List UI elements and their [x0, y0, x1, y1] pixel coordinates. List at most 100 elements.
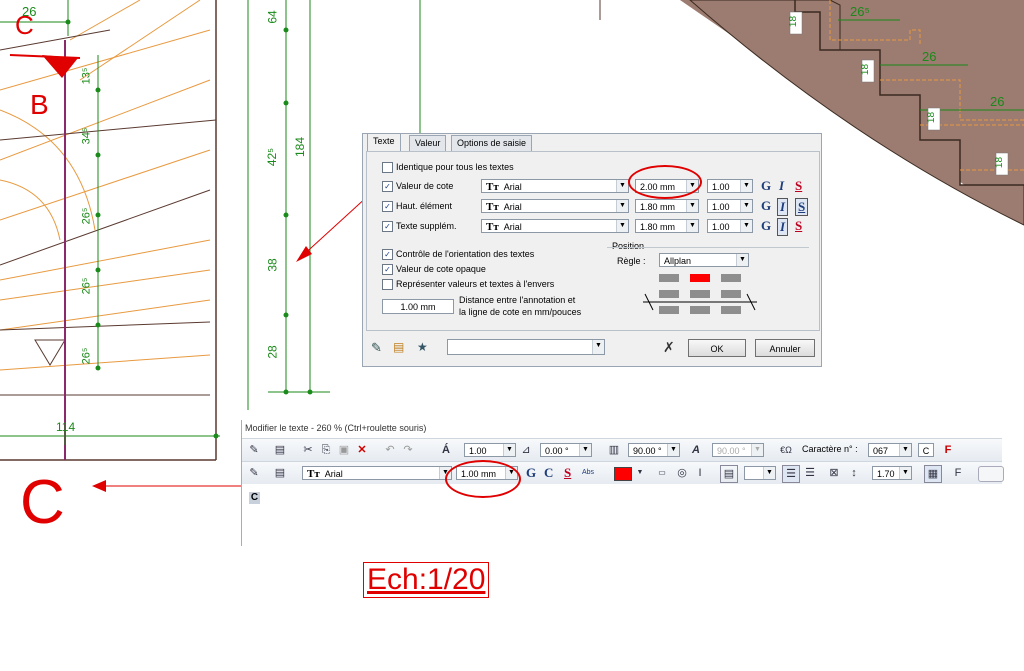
dim-label: 184 [293, 136, 308, 158]
align-right-icon[interactable]: ☰ [802, 465, 818, 481]
char-number-select[interactable]: 067 ▼ [868, 443, 912, 457]
font-value: Arial [503, 222, 522, 232]
underline-button[interactable]: S [795, 218, 802, 234]
chevron-down-icon: ▼ [899, 467, 911, 479]
chevron-down-icon: ▼ [616, 220, 628, 232]
identical-label: Identique pour tous les textes [396, 162, 514, 172]
bold-button[interactable]: G [761, 198, 771, 214]
option-checkbox[interactable]: ✓ [382, 264, 393, 275]
section-label-c-big: C [20, 468, 65, 537]
italic-button[interactable]: I [779, 178, 784, 194]
text-cursor-icon[interactable]: I [692, 465, 708, 481]
undo-icon[interactable]: ↶ [382, 442, 398, 458]
row-checkbox[interactable]: ✓ [382, 181, 393, 192]
italic-angle-select: 90.00 ° ▼ [712, 443, 764, 457]
ratio-select[interactable]: 1.00 ▼ [707, 219, 753, 233]
distance-label: Distance entre l'annotation et [459, 295, 576, 305]
box-text-icon[interactable]: ▭ [654, 465, 670, 481]
distance-input[interactable]: 1.00 mm [382, 299, 454, 314]
text-height-value: 1.00 [469, 446, 487, 456]
font-select[interactable]: Tт Arial ▼ [481, 219, 629, 233]
bold-button[interactable]: G [761, 178, 771, 194]
favorites-select[interactable]: ▼ [447, 339, 605, 355]
open-folder-icon[interactable]: ▤ [393, 340, 404, 354]
text-frame-toggle-icon[interactable]: ▦ [924, 465, 942, 483]
eyedropper-icon[interactable]: ✎ [246, 442, 262, 458]
eyedropper-icon[interactable]: ✎ [246, 465, 262, 481]
chevron-down-icon[interactable]: ▼ [632, 465, 648, 481]
redo-icon[interactable]: ↷ [400, 442, 416, 458]
open-folder-icon[interactable]: ▤ [272, 465, 288, 481]
option-checkbox[interactable]: ✓ [382, 249, 393, 260]
identical-checkbox[interactable] [382, 162, 393, 173]
ok-button[interactable]: OK [688, 339, 746, 357]
opaque-icon[interactable]: ⊠ [826, 465, 842, 481]
chevron-down-icon: ▼ [592, 340, 604, 354]
save-favorite-icon[interactable]: ★ [417, 340, 428, 354]
cancel-button[interactable]: Annuler [755, 339, 815, 357]
italic-angle-value: 90.00 ° [717, 446, 746, 456]
strike-button[interactable]: Abs [582, 469, 594, 476]
line-spacing-icon[interactable]: ↕ [846, 465, 862, 481]
paste-icon[interactable]: ▣ [336, 442, 352, 458]
tab-options-de-saisie[interactable]: Options de saisie [451, 135, 533, 151]
truetype-font-icon: Tт [486, 181, 499, 193]
chevron-down-icon: ▼ [740, 180, 752, 192]
position-grid[interactable] [635, 272, 765, 320]
size-value: 1.80 mm [640, 222, 676, 232]
chevron-down-icon: ▼ [579, 444, 591, 456]
row-checkbox[interactable]: ✓ [382, 221, 393, 232]
copy-icon[interactable]: ⎘ [318, 442, 334, 458]
delete-icon[interactable]: ✕ [354, 442, 370, 458]
font-select[interactable]: Tт Arial ▼ [302, 466, 452, 480]
tab-texte[interactable]: Texte [367, 133, 401, 151]
dim-label: 26 [22, 4, 37, 19]
bold-button[interactable]: G [526, 465, 536, 481]
text-frame-icon[interactable]: ▤ [720, 465, 738, 483]
truetype-font-icon: Tт [307, 468, 320, 480]
frame-select[interactable]: ▼ [744, 466, 776, 480]
font-select[interactable]: Tт Arial ▼ [481, 179, 629, 193]
regle-select[interactable]: Allplan ▼ [659, 253, 749, 267]
option-checkbox[interactable] [382, 279, 393, 290]
overflow-button[interactable] [978, 466, 1004, 482]
tools-icon[interactable]: ✗ [663, 339, 675, 356]
text-height-select[interactable]: 1.00 ▼ [464, 443, 516, 457]
dim-label: 26⁵ [80, 277, 93, 295]
tab-valeur[interactable]: Valeur [409, 135, 447, 151]
slant-angle-select[interactable]: 90.00 ° ▼ [628, 443, 680, 457]
ratio-value: 1.00 [712, 202, 730, 212]
italic-button[interactable]: I [777, 198, 789, 216]
underline-button[interactable]: S [795, 198, 809, 216]
circle-text-icon[interactable]: ◎ [674, 465, 690, 481]
text-edit-area[interactable] [242, 484, 1002, 546]
underline-button[interactable]: S [564, 465, 571, 481]
underline-button[interactable]: S [795, 178, 802, 194]
open-folder-icon[interactable]: ▤ [272, 442, 288, 458]
insert-font-icon[interactable]: F [940, 442, 956, 458]
eyedropper-icon[interactable]: ✎ [371, 340, 382, 356]
text-editor-window: Modifier le texte - 260 % (Ctrl+roulette… [241, 420, 1004, 546]
ratio-select[interactable]: 1.00 ▼ [707, 199, 753, 213]
capitals-button[interactable]: C [544, 465, 553, 481]
dim-label: 38 [265, 258, 280, 272]
row-label: Haut. élément [396, 201, 453, 211]
text-angle-select[interactable]: 0.00 ° ▼ [540, 443, 592, 457]
align-left-icon[interactable]: ☰ [782, 465, 800, 483]
editor-toolbar-bottom: ✎ ▤ Tт Arial ▼ 1.00 mm ▼ G C S Abs ▼ ▭ ◎ I … [242, 461, 1004, 484]
font-select[interactable]: Tт Arial ▼ [481, 199, 629, 213]
color-swatch[interactable] [614, 467, 632, 481]
dim-label: 26⁵ [80, 207, 93, 225]
row-checkbox[interactable]: ✓ [382, 201, 393, 212]
bold-button[interactable]: G [761, 218, 771, 234]
edited-text[interactable]: C [249, 492, 260, 504]
cut-icon[interactable]: ✂ [300, 442, 316, 458]
special-char-icon: €Ω [780, 445, 792, 455]
editor-title: Modifier le texte - 260 % (Ctrl+roulette… [245, 423, 427, 433]
font-edit-icon[interactable]: F [950, 465, 966, 481]
line-spacing-select[interactable]: 1.70 ▼ [872, 466, 912, 480]
ratio-select[interactable]: 1.00 ▼ [707, 179, 753, 193]
text-size-select[interactable]: 1.80 mm ▼ [635, 219, 699, 233]
text-size-select[interactable]: 1.80 mm ▼ [635, 199, 699, 213]
italic-button[interactable]: I [777, 218, 789, 236]
